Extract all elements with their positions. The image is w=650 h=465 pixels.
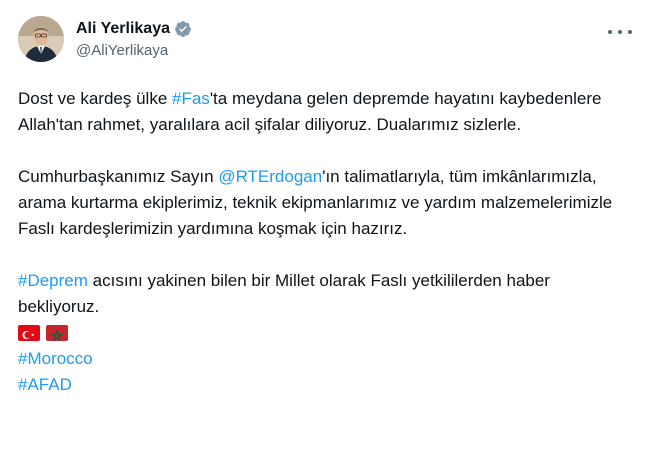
turkey-flag-icon <box>18 325 40 341</box>
tweet-header: Ali Yerlikaya @AliYerlikaya <box>18 16 632 66</box>
tweet-text: Dost ve kardeş ülke #Fas'ta meydana gele… <box>18 86 618 398</box>
tweet-paragraph-2: Cumhurbaşkanımız Sayın @RTErdogan'ın tal… <box>18 164 618 242</box>
tweet-text-segment: Cumhurbaşkanımız Sayın <box>18 167 219 186</box>
more-options-dot <box>618 30 622 34</box>
tweet-paragraph-1: Dost ve kardeş ülke #Fas'ta meydana gele… <box>18 86 618 138</box>
morocco-flag-icon <box>46 325 68 341</box>
hashtag-fas-link[interactable]: #Fas <box>172 89 210 108</box>
tweet-text-segment: acısını yakinen bilen bir Millet olarak … <box>18 271 550 316</box>
hashtag-morocco-link[interactable]: #Morocco <box>18 346 618 372</box>
mention-rterdogan-link[interactable]: @RTErdogan <box>218 167 322 186</box>
display-name-row[interactable]: Ali Yerlikaya <box>76 19 192 39</box>
flag-emojis <box>18 320 618 346</box>
verified-badge-icon <box>175 21 191 37</box>
tweet-text-segment: Dost ve kardeş ülke <box>18 89 173 108</box>
tweet: Ali Yerlikaya @AliYerlikaya Dost ve kard… <box>0 0 650 465</box>
more-options-dot <box>608 30 612 34</box>
tweet-paragraph-3: #Deprem acısını yakinen bilen bir Millet… <box>18 268 618 320</box>
handle[interactable]: @AliYerlikaya <box>76 41 192 61</box>
hashtag-afad-link[interactable]: #AFAD <box>18 372 618 398</box>
hashtag-deprem-link[interactable]: #Deprem <box>18 271 88 290</box>
more-options-icon[interactable] <box>608 22 632 42</box>
avatar-image <box>18 16 64 62</box>
display-name[interactable]: Ali Yerlikaya <box>76 19 170 39</box>
avatar[interactable] <box>18 16 64 62</box>
more-options-dot <box>628 30 632 34</box>
